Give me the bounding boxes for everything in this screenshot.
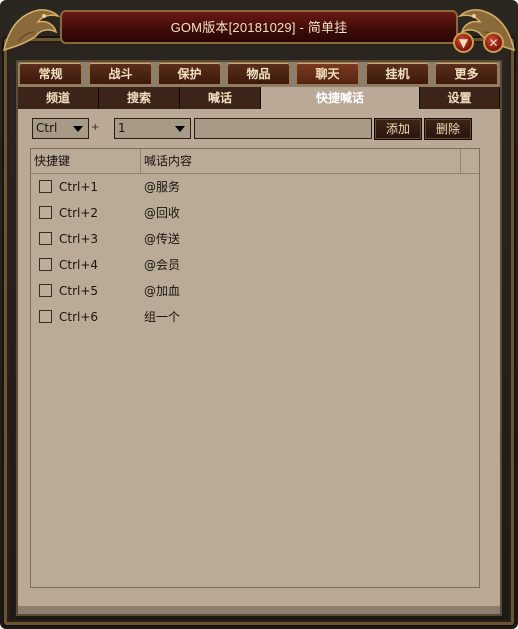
window-title: GOM版本[20181029] - 简单挂	[170, 20, 348, 35]
row-checkbox[interactable]	[39, 206, 52, 219]
list-item[interactable]: Ctrl+1 @服务	[31, 174, 479, 200]
tab-general[interactable]: 常规	[19, 63, 82, 85]
chevron-down-icon	[175, 126, 185, 132]
row-checkbox[interactable]	[39, 232, 52, 245]
key-value: 1	[118, 121, 126, 135]
chevron-down-icon: ▼	[458, 35, 469, 50]
tab-more[interactable]: 更多	[435, 63, 498, 85]
modifier-value: Ctrl	[36, 121, 58, 135]
row-checkbox[interactable]	[39, 180, 52, 193]
chevron-down-icon	[73, 126, 83, 132]
row-shout-text: @服务	[144, 180, 181, 194]
list-item[interactable]: Ctrl+2 @回收	[31, 200, 479, 226]
row-hotkey: Ctrl+4	[59, 258, 99, 272]
sub-tab-bar: 频道 搜索 喊话 快捷喊话 设置	[18, 87, 500, 110]
minimize-button[interactable]: ▼	[453, 32, 474, 53]
row-shout-text: 组一个	[144, 310, 181, 324]
tab-items[interactable]: 物品	[227, 63, 290, 85]
plus-sign: +	[91, 122, 100, 133]
list-item[interactable]: Ctrl+3 @传送	[31, 226, 479, 252]
subtab-quick-shout[interactable]: 快捷喊话	[261, 87, 420, 110]
row-hotkey: Ctrl+5	[59, 284, 99, 298]
row-shout-text: @传送	[144, 232, 181, 246]
row-hotkey: Ctrl+3	[59, 232, 99, 246]
row-shout-text: @加血	[144, 284, 181, 298]
row-checkbox[interactable]	[39, 258, 52, 271]
shortcut-list: 快捷键 喊话内容 Ctrl+1 @服务 Ctrl+2 @回收 Ctrl+3 @传…	[30, 148, 480, 588]
list-item[interactable]: Ctrl+4 @会员	[31, 252, 479, 278]
tab-chat[interactable]: 聊天	[296, 63, 359, 85]
list-item[interactable]: Ctrl+6 组一个	[31, 304, 479, 330]
list-header: 快捷键 喊话内容	[31, 149, 479, 174]
close-button[interactable]: ✕	[483, 32, 504, 53]
column-hotkey[interactable]: 快捷键	[31, 149, 141, 173]
column-shout-content[interactable]: 喊话内容	[141, 149, 461, 173]
row-checkbox[interactable]	[39, 310, 52, 323]
key-select[interactable]: 1	[114, 118, 191, 139]
row-checkbox[interactable]	[39, 284, 52, 297]
row-hotkey: Ctrl+1	[59, 180, 99, 194]
row-shout-text: @回收	[144, 206, 181, 220]
subtab-settings[interactable]: 设置	[420, 87, 500, 110]
app-window: GOM版本[20181029] - 简单挂 ▼ ✕ 常规 战斗 保护 物品 聊天…	[0, 0, 518, 629]
row-hotkey: Ctrl+6	[59, 310, 99, 324]
tab-autoplay[interactable]: 挂机	[366, 63, 429, 85]
add-button[interactable]: 添加	[374, 118, 422, 140]
delete-button[interactable]: 删除	[424, 118, 472, 140]
close-icon: ✕	[488, 35, 499, 50]
row-hotkey: Ctrl+2	[59, 206, 99, 220]
row-shout-text: @会员	[144, 258, 181, 272]
list-item[interactable]: Ctrl+5 @加血	[31, 278, 479, 304]
modifier-select[interactable]: Ctrl	[32, 118, 89, 139]
subtab-shout[interactable]: 喊话	[180, 87, 261, 110]
subtab-channel[interactable]: 频道	[18, 87, 99, 110]
tab-combat[interactable]: 战斗	[89, 63, 152, 85]
tab-protect[interactable]: 保护	[158, 63, 221, 85]
shout-text-input[interactable]	[194, 118, 372, 139]
subtab-search[interactable]: 搜索	[99, 87, 180, 110]
